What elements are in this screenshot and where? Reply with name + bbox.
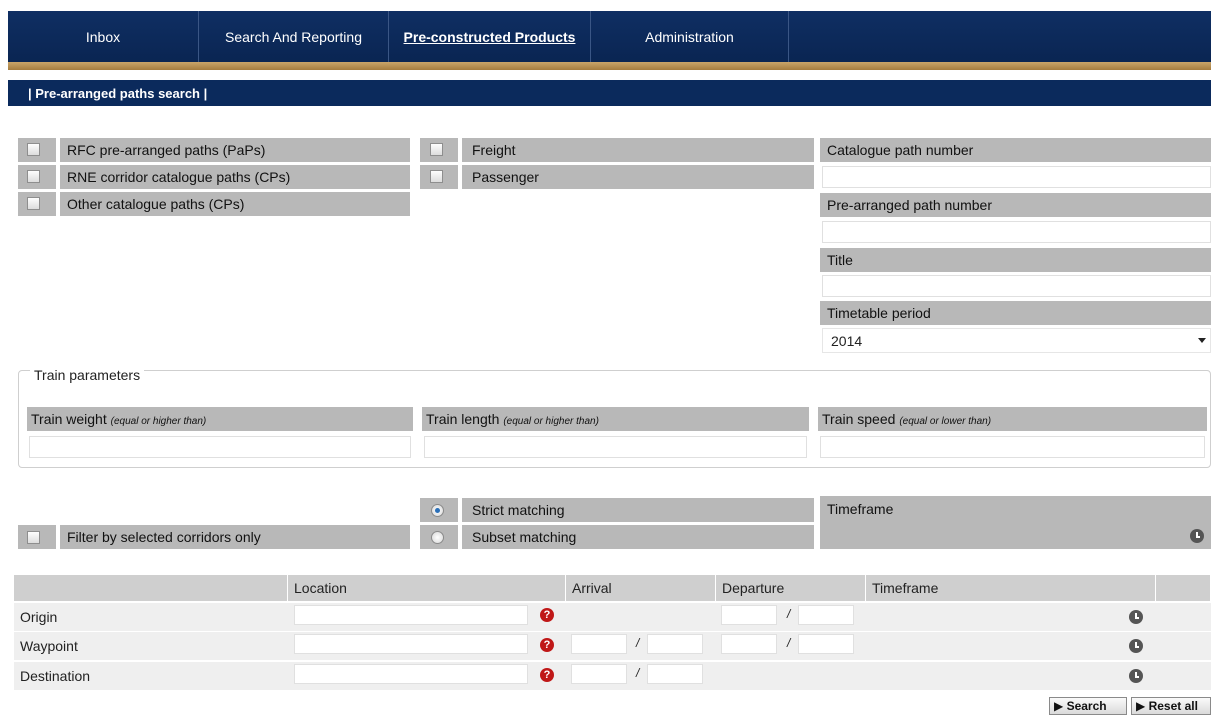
origin-departure-separator: /	[787, 607, 791, 621]
traffic-freight-label: Freight	[472, 142, 516, 158]
path-type-other-bar: Other catalogue paths (CPs)	[60, 192, 410, 216]
origin-departure-to-input[interactable]	[798, 605, 854, 625]
timetable-period-label-bar: Timetable period	[820, 301, 1211, 325]
table-row-destination-timeframe-cell	[866, 662, 1156, 690]
table-header-blank	[14, 575, 288, 601]
table-row-destination-departure-cell	[716, 662, 866, 690]
search-button[interactable]: ▶ Search	[1049, 697, 1127, 715]
waypoint-departure-separator: /	[787, 636, 791, 650]
timetable-period-select[interactable]: 2014	[822, 328, 1211, 353]
path-type-rne-label: RNE corridor catalogue paths (CPs)	[67, 169, 291, 185]
table-row-origin-arrival-cell	[566, 603, 716, 631]
path-type-rne-checkbox[interactable]	[27, 170, 40, 183]
help-icon[interactable]: ?	[540, 608, 554, 622]
destination-arrival-from-input[interactable]	[571, 664, 627, 684]
section-title: | Pre-arranged paths search |	[8, 80, 1211, 106]
table-row-waypoint-label: Waypoint	[14, 632, 288, 660]
path-type-paps-label: RFC pre-arranged paths (PaPs)	[67, 142, 266, 158]
train-parameters-legend: Train parameters	[30, 367, 145, 383]
subset-matching-label: Subset matching	[472, 529, 577, 545]
help-icon[interactable]: ?	[540, 638, 554, 652]
timeframe-label: Timeframe	[827, 501, 894, 517]
help-icon[interactable]: ?	[540, 668, 554, 682]
train-weight-input[interactable]	[29, 436, 411, 458]
table-header-location: Location	[288, 575, 566, 601]
clock-icon[interactable]	[1129, 610, 1143, 624]
chevron-down-icon	[1198, 338, 1206, 343]
waypoint-arrival-from-input[interactable]	[571, 634, 627, 654]
catalogue-path-number-label: Catalogue path number	[827, 142, 974, 158]
traffic-passenger-checkbox[interactable]	[430, 170, 443, 183]
table-row-origin-timeframe-cell	[866, 603, 1156, 631]
waypoint-departure-from-input[interactable]	[721, 634, 777, 654]
clock-icon[interactable]	[1129, 639, 1143, 653]
title-label-bar: Title	[820, 248, 1211, 272]
table-row-destination-label: Destination	[14, 662, 288, 690]
table-row-waypoint-timeframe-cell	[866, 632, 1156, 660]
path-type-rne-bar: RNE corridor catalogue paths (CPs)	[60, 165, 410, 189]
path-type-paps-checkbox[interactable]	[27, 143, 40, 156]
pre-arranged-path-number-input[interactable]	[822, 221, 1211, 243]
filter-corridors-bar: Filter by selected corridors only	[60, 525, 410, 549]
catalogue-path-number-input[interactable]	[822, 166, 1211, 188]
table-header-timeframe: Timeframe	[866, 575, 1156, 601]
pre-arranged-path-number-label-bar: Pre-arranged path number	[820, 193, 1211, 217]
nav-item-inbox[interactable]: Inbox	[8, 11, 199, 62]
train-length-label: Train length (equal or higher than)	[426, 411, 599, 427]
filter-corridors-label: Filter by selected corridors only	[67, 529, 261, 545]
origin-location-input[interactable]	[294, 605, 528, 625]
timeframe-panel: Timeframe	[820, 496, 1211, 549]
nav-bar: Inbox Search And Reporting Pre-construct…	[8, 11, 1211, 62]
subset-matching-bar: Subset matching	[462, 525, 814, 549]
traffic-freight-checkbox[interactable]	[430, 143, 443, 156]
train-length-input[interactable]	[424, 436, 807, 458]
train-length-label-bar: Train length (equal or higher than)	[422, 407, 809, 431]
nav-item-search-and-reporting[interactable]: Search And Reporting	[199, 11, 389, 62]
destination-location-input[interactable]	[294, 664, 528, 684]
title-input[interactable]	[822, 275, 1211, 297]
nav-item-administration[interactable]: Administration	[591, 11, 789, 62]
clock-icon[interactable]	[1129, 669, 1143, 683]
timetable-period-label: Timetable period	[827, 305, 931, 321]
reset-all-button[interactable]: ▶ Reset all	[1131, 697, 1211, 715]
train-weight-label-bar: Train weight (equal or higher than)	[27, 407, 413, 431]
table-header-departure: Departure	[716, 575, 866, 601]
table-row-origin-label: Origin	[14, 603, 288, 631]
clock-icon[interactable]	[1190, 529, 1204, 543]
traffic-passenger-label: Passenger	[472, 169, 539, 185]
path-type-paps-bar: RFC pre-arranged paths (PaPs)	[60, 138, 410, 162]
subset-matching-radio[interactable]	[431, 531, 444, 544]
strict-matching-radio[interactable]	[431, 504, 444, 517]
table-row-origin-extra-cell	[1156, 603, 1211, 631]
train-weight-label: Train weight (equal or higher than)	[31, 411, 207, 427]
catalogue-path-number-label-bar: Catalogue path number	[820, 138, 1211, 162]
destination-arrival-separator: /	[636, 666, 640, 680]
waypoint-arrival-separator: /	[636, 636, 640, 650]
top-navigation: Inbox Search And Reporting Pre-construct…	[0, 0, 1211, 70]
path-type-other-checkbox[interactable]	[27, 197, 40, 210]
timetable-period-value: 2014	[831, 332, 863, 349]
pre-arranged-path-number-label: Pre-arranged path number	[827, 197, 992, 213]
train-speed-label: Train speed (equal or lower than)	[822, 411, 992, 427]
strict-matching-label: Strict matching	[472, 502, 565, 518]
traffic-passenger-bar: Passenger	[462, 165, 814, 189]
origin-departure-from-input[interactable]	[721, 605, 777, 625]
table-header-arrival: Arrival	[566, 575, 716, 601]
filter-corridors-checkbox[interactable]	[27, 531, 40, 544]
table-row-destination-extra-cell	[1156, 662, 1211, 690]
traffic-freight-bar: Freight	[462, 138, 814, 162]
nav-item-pre-constructed-products[interactable]: Pre-constructed Products	[389, 11, 591, 62]
waypoint-location-input[interactable]	[294, 634, 528, 654]
destination-arrival-to-input[interactable]	[647, 664, 703, 684]
table-row-waypoint-extra-cell	[1156, 632, 1211, 660]
title-label: Title	[827, 252, 853, 268]
train-speed-label-bar: Train speed (equal or lower than)	[818, 407, 1207, 431]
nav-accent-stripe	[8, 62, 1211, 70]
train-speed-input[interactable]	[820, 436, 1205, 458]
waypoint-departure-to-input[interactable]	[798, 634, 854, 654]
waypoint-arrival-to-input[interactable]	[647, 634, 703, 654]
strict-matching-bar: Strict matching	[462, 498, 814, 522]
path-type-other-label: Other catalogue paths (CPs)	[67, 196, 245, 212]
table-header-extra	[1156, 575, 1211, 601]
